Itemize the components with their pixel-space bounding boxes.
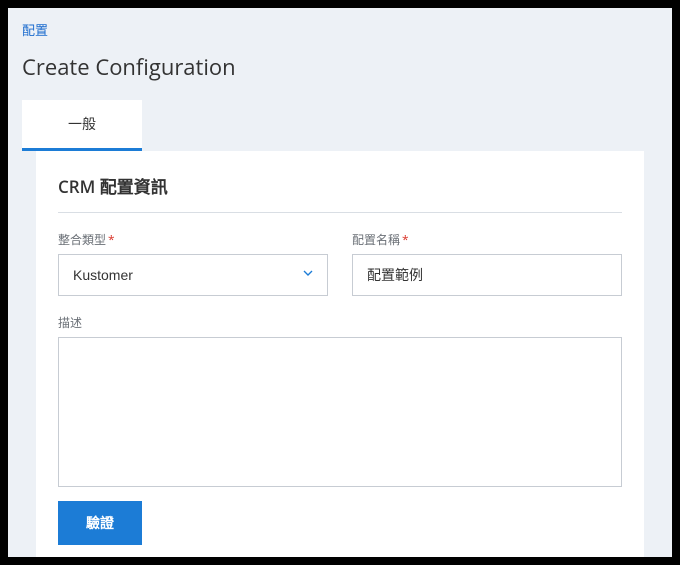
description-textarea[interactable] <box>58 337 622 487</box>
page-title: Create Configuration <box>8 46 672 100</box>
config-name-input[interactable] <box>352 254 622 296</box>
section-title: CRM 配置資訊 <box>58 173 622 213</box>
label-integration-type: 整合類型* <box>58 231 328 248</box>
panel-general: CRM 配置資訊 整合類型* <box>36 151 644 557</box>
tabs: 一般 <box>22 100 658 151</box>
label-config-name: 配置名稱* <box>352 231 622 248</box>
tab-general[interactable]: 一般 <box>22 100 142 151</box>
breadcrumb: 配置 <box>8 8 672 46</box>
required-mark: * <box>108 231 115 248</box>
validate-button[interactable]: 驗證 <box>58 501 142 545</box>
breadcrumb-link-config[interactable]: 配置 <box>22 21 48 39</box>
integration-type-select[interactable] <box>58 254 328 296</box>
label-config-name-text: 配置名稱 <box>352 231 400 248</box>
required-mark: * <box>402 231 409 248</box>
label-integration-type-text: 整合類型 <box>58 231 106 248</box>
label-description: 描述 <box>58 314 622 331</box>
